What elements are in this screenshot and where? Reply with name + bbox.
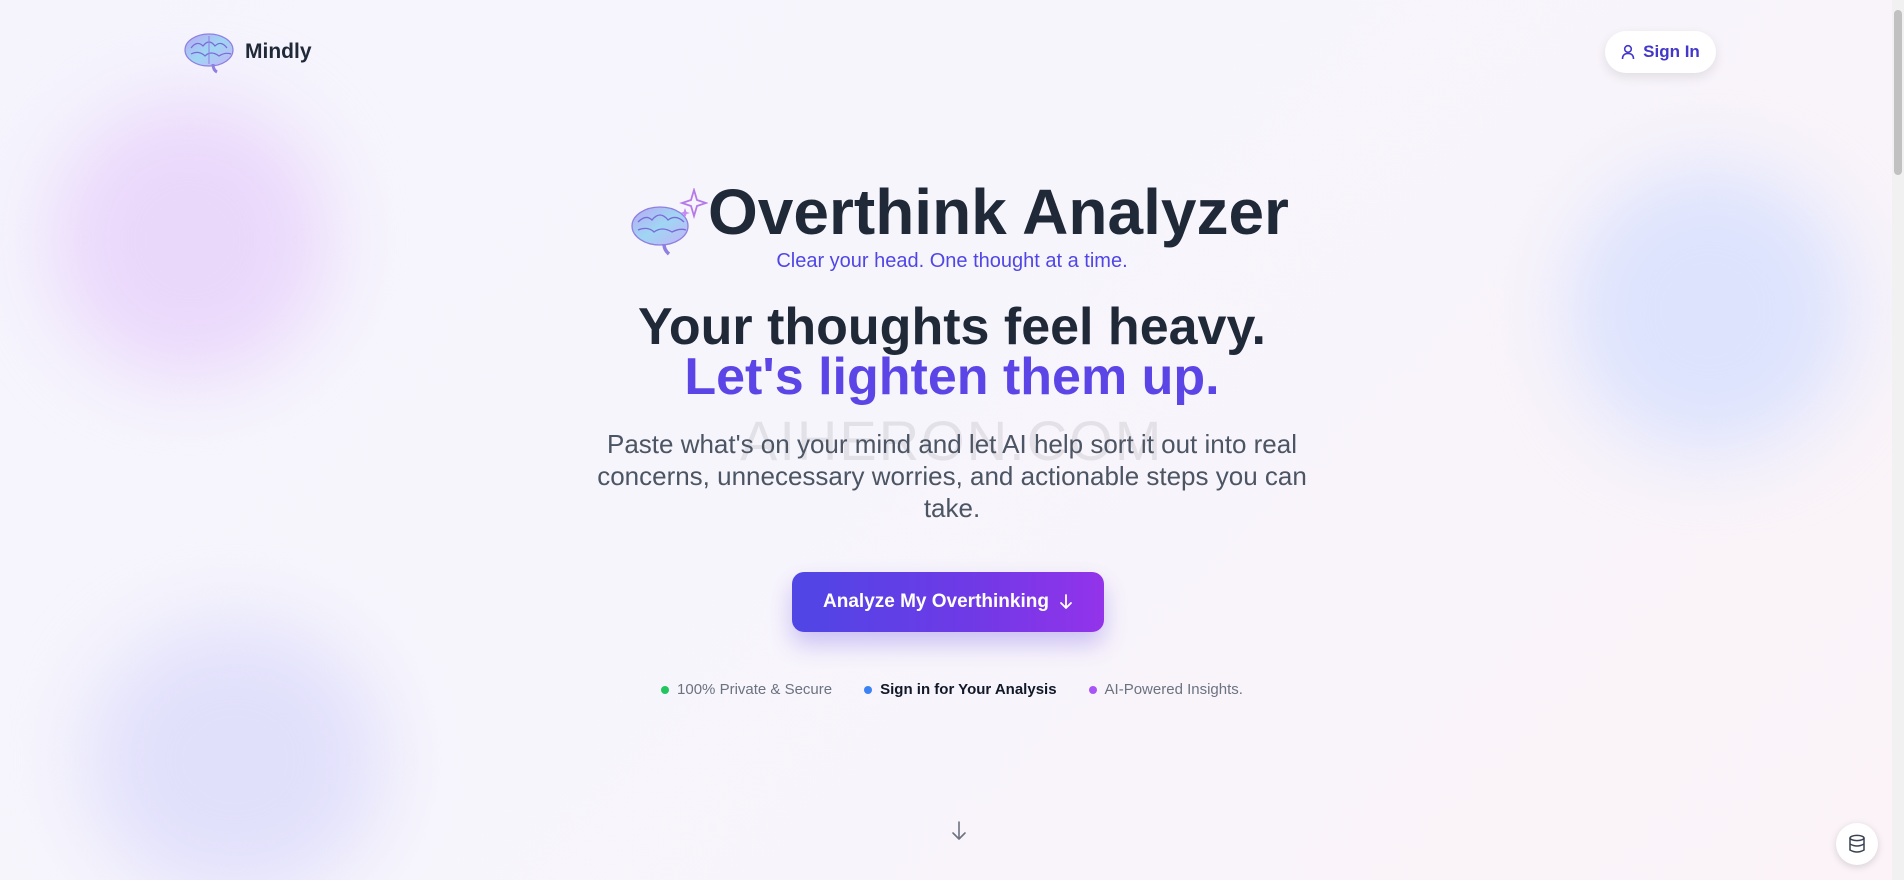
status-dot — [1088, 685, 1097, 694]
hero-title-row: Overthink Analyzer — [628, 172, 1289, 258]
hero-description: Paste what's on your mind and let AI hel… — [597, 429, 1307, 523]
analyze-button-label: Analyze My Overthinking — [823, 591, 1049, 612]
brain-sparkle-icon — [631, 188, 708, 256]
arrow-down-icon — [952, 821, 966, 840]
analyze-button[interactable]: Analyze My Overthinking — [792, 572, 1104, 632]
brand-logo[interactable]: Mindly — [183, 30, 312, 74]
user-icon — [1621, 44, 1635, 60]
feature-label: 100% Private & Secure — [677, 681, 833, 698]
scrollbar[interactable] — [1892, 0, 1904, 880]
feature-ai: AI-Powered Insights. — [1088, 681, 1243, 698]
scroll-down-arrow[interactable] — [950, 820, 968, 847]
brain-icon — [184, 33, 234, 74]
page-title: Overthink Analyzer — [708, 176, 1289, 248]
scrollbar-thumb[interactable] — [1894, 10, 1902, 175]
headline-line-2: Let's lighten them up. — [684, 348, 1220, 406]
headline-line-1: Your thoughts feel heavy. — [638, 298, 1266, 356]
arrow-down-icon — [1060, 594, 1072, 609]
status-dot — [864, 685, 873, 694]
database-button[interactable] — [1836, 823, 1878, 865]
feature-private: 100% Private & Secure — [661, 681, 832, 698]
feature-signin: Sign in for Your Analysis — [864, 681, 1057, 698]
sign-in-button[interactable]: Sign In — [1605, 31, 1716, 73]
feature-list: 100% Private & Secure Sign in for Your A… — [0, 681, 1904, 698]
bg-blob-lavender — [85, 620, 385, 880]
tagline: Clear your head. One thought at a time. — [776, 250, 1128, 272]
feature-label: Sign in for Your Analysis — [880, 681, 1057, 698]
brand-name: Mindly — [245, 40, 312, 63]
database-icon — [1849, 834, 1865, 853]
feature-label: AI-Powered Insights. — [1104, 681, 1243, 698]
headline: Your thoughts feel heavy. Let's lighten … — [0, 298, 1904, 406]
status-dot — [661, 685, 670, 694]
sign-in-label: Sign In — [1643, 42, 1700, 61]
